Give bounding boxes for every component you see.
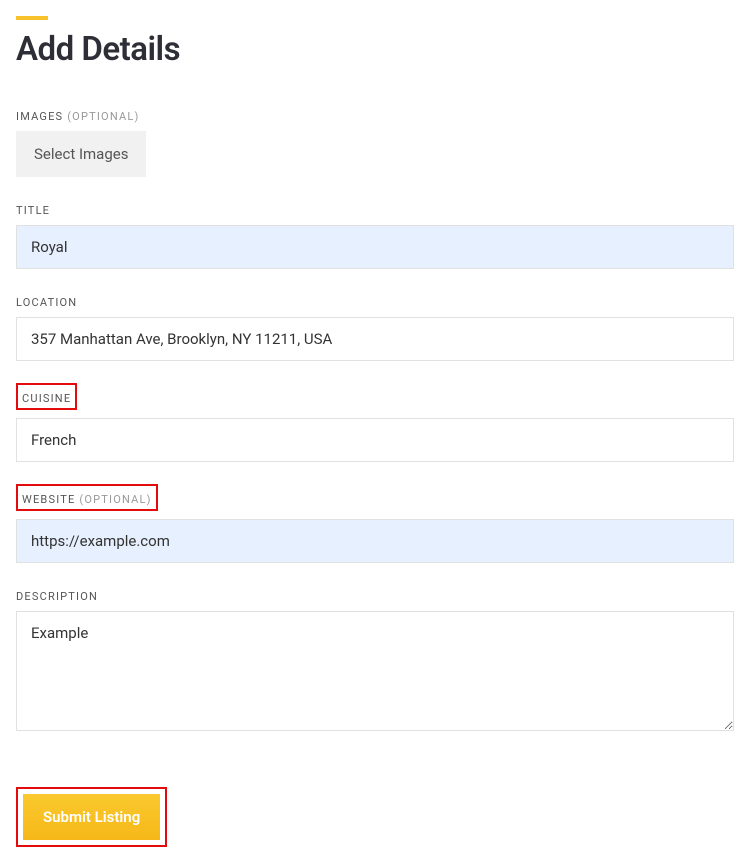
cuisine-label: CUISINE: [22, 392, 71, 405]
description-textarea[interactable]: [16, 611, 734, 731]
images-label: IMAGES (OPTIONAL): [16, 110, 140, 123]
page-title: Add Details: [16, 30, 734, 69]
field-location: LOCATION: [16, 291, 734, 361]
field-website: WEBSITE (OPTIONAL): [16, 484, 734, 563]
submit-highlight: Submit Listing: [16, 787, 167, 847]
cuisine-input[interactable]: [16, 418, 734, 462]
title-label: TITLE: [16, 204, 50, 217]
field-images: IMAGES (OPTIONAL) Select Images: [16, 105, 734, 177]
website-input[interactable]: [16, 519, 734, 563]
location-label: LOCATION: [16, 296, 77, 309]
field-description: DESCRIPTION: [16, 585, 734, 735]
select-images-button[interactable]: Select Images: [16, 131, 146, 177]
field-title: TITLE: [16, 199, 734, 269]
description-label: DESCRIPTION: [16, 590, 98, 603]
website-highlight: WEBSITE (OPTIONAL): [16, 484, 158, 511]
accent-bar: [16, 16, 48, 20]
submit-listing-button[interactable]: Submit Listing: [23, 794, 160, 840]
title-input[interactable]: [16, 225, 734, 269]
website-label: WEBSITE (OPTIONAL): [22, 493, 152, 506]
field-cuisine: CUISINE: [16, 383, 734, 462]
location-input[interactable]: [16, 317, 734, 361]
cuisine-highlight: CUISINE: [16, 383, 77, 410]
